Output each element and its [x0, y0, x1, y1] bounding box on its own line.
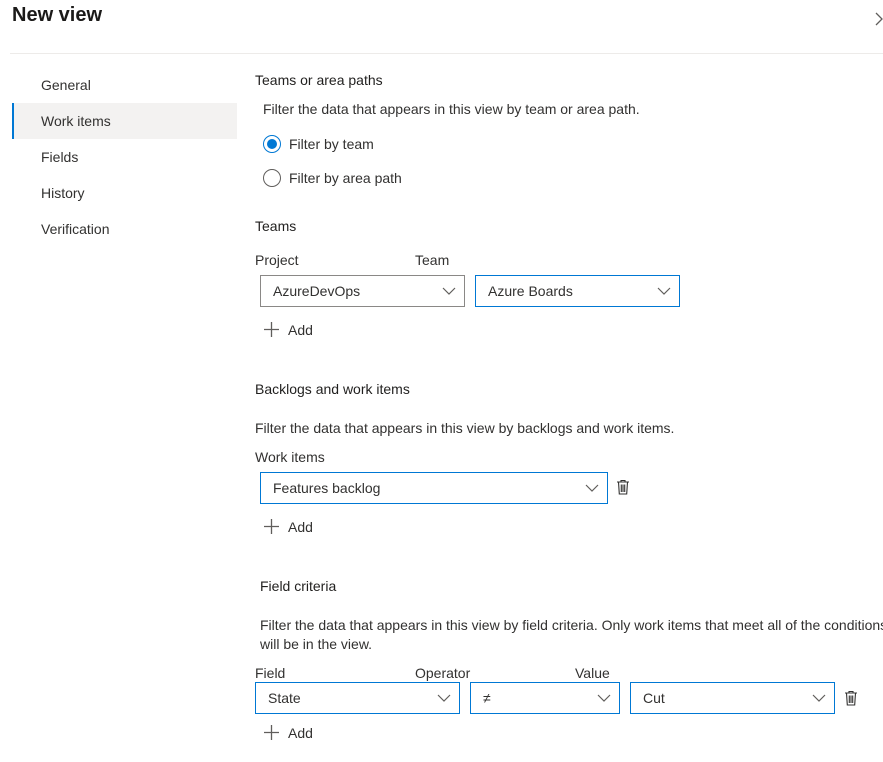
nav-item-work-items[interactable]: Work items [12, 103, 237, 139]
filter-by-team-radio[interactable]: Filter by team [263, 135, 374, 153]
chevron-down-icon [597, 694, 611, 702]
project-label: Project [255, 252, 299, 268]
nav-item-label: General [41, 77, 91, 93]
nav-item-verification[interactable]: Verification [12, 211, 237, 247]
radio-unchecked-icon [263, 169, 281, 187]
new-view-panel: New view General Work items Fields Histo… [0, 0, 883, 762]
project-dropdown-value: AzureDevOps [273, 283, 361, 299]
operator-dropdown-value: ≠ [483, 690, 491, 706]
filter-by-area-path-radio[interactable]: Filter by area path [263, 169, 402, 187]
nav-item-history[interactable]: History [12, 175, 237, 211]
value-dropdown[interactable]: Cut [630, 682, 835, 714]
chevron-right-icon[interactable] [874, 11, 883, 27]
value-label: Value [575, 665, 610, 681]
delete-icon[interactable] [616, 479, 630, 495]
teams-title: Teams [255, 218, 297, 234]
field-criteria-title: Field criteria [260, 578, 337, 594]
chevron-down-icon [812, 694, 826, 702]
nav-item-label: History [41, 185, 85, 201]
nav-item-fields[interactable]: Fields [12, 139, 237, 175]
backlogs-title: Backlogs and work items [255, 381, 410, 397]
page-title: New view [12, 4, 103, 26]
work-items-dropdown-value: Features backlog [273, 480, 381, 496]
nav-item-general[interactable]: General [12, 67, 237, 103]
operator-dropdown[interactable]: ≠ [470, 682, 620, 714]
add-label: Add [288, 724, 313, 741]
field-dropdown-value: State [268, 690, 301, 706]
add-work-item-button[interactable]: Add [263, 518, 313, 535]
header-divider [10, 53, 883, 54]
radio-label: Filter by area path [289, 170, 402, 186]
team-label: Team [415, 252, 450, 268]
field-label: Field [255, 665, 286, 681]
chevron-down-icon [585, 484, 599, 492]
radio-label: Filter by team [289, 136, 374, 152]
operator-label: Operator [415, 665, 471, 681]
teams-or-area-title: Teams or area paths [255, 72, 383, 88]
field-criteria-description: Filter the data that appears in this vie… [260, 617, 883, 652]
team-dropdown-value: Azure Boards [488, 283, 573, 299]
side-nav: General Work items Fields History Verifi… [12, 67, 237, 247]
backlogs-description: Filter the data that appears in this vie… [255, 420, 675, 436]
add-field-criteria-button[interactable]: Add [263, 724, 313, 741]
plus-icon [264, 322, 279, 337]
nav-item-label: Fields [41, 149, 79, 165]
delete-icon[interactable] [844, 690, 858, 706]
plus-icon [264, 725, 279, 740]
add-label: Add [288, 321, 313, 338]
chevron-down-icon [657, 287, 671, 295]
teams-or-area-description: Filter the data that appears in this vie… [263, 101, 640, 117]
project-dropdown[interactable]: AzureDevOps [260, 275, 465, 307]
plus-icon [264, 519, 279, 534]
nav-item-label: Verification [41, 221, 110, 237]
work-items-label: Work items [255, 449, 325, 465]
team-dropdown[interactable]: Azure Boards [475, 275, 680, 307]
chevron-down-icon [437, 694, 451, 702]
chevron-down-icon [442, 287, 456, 295]
add-label: Add [288, 518, 313, 535]
value-dropdown-value: Cut [643, 690, 665, 706]
radio-checked-icon [263, 135, 281, 153]
work-items-dropdown[interactable]: Features backlog [260, 472, 608, 504]
nav-item-label: Work items [41, 113, 111, 129]
field-dropdown[interactable]: State [255, 682, 460, 714]
add-team-button[interactable]: Add [263, 321, 313, 338]
